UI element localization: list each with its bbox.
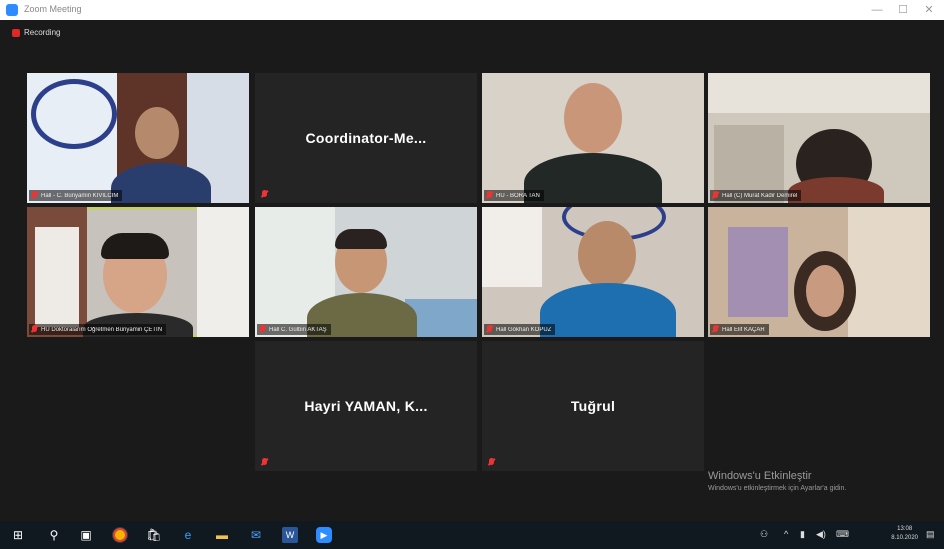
edge-icon[interactable]: e bbox=[180, 527, 196, 543]
people-icon[interactable]: ⚇ bbox=[760, 529, 768, 540]
video-background bbox=[35, 227, 79, 327]
mail-icon[interactable]: ✉ bbox=[248, 527, 264, 543]
muted-mic-icon bbox=[712, 325, 719, 334]
video-background bbox=[728, 227, 788, 317]
volume-icon[interactable]: ◀) bbox=[816, 529, 826, 540]
participant-body bbox=[788, 177, 884, 203]
zoom-app-icon bbox=[6, 4, 18, 16]
logo-emblem bbox=[31, 79, 117, 149]
muted-mic-icon bbox=[488, 458, 495, 467]
file-explorer-icon[interactable]: ▬ bbox=[214, 527, 230, 543]
participant-name: Hall Elif KAÇAR bbox=[722, 326, 765, 333]
muted-mic-icon bbox=[486, 325, 493, 334]
participant-tile[interactable]: Hall (C) Murat Kadir Demirel bbox=[708, 73, 930, 203]
search-icon[interactable]: ⚲ bbox=[46, 527, 62, 543]
participant-face bbox=[806, 265, 844, 317]
tray-chevron-icon[interactable]: ^ bbox=[784, 529, 788, 539]
windows-activation-watermark: Windows'u Etkinleştir Windows'u etkinleş… bbox=[708, 470, 846, 492]
name-tag: Hall - C. Bünyamin KIVILCIM bbox=[29, 190, 123, 201]
name-tag: HU - BORA TAN bbox=[484, 190, 544, 201]
maximize-button[interactable]: ☐ bbox=[892, 2, 914, 18]
video-background bbox=[708, 73, 930, 113]
video-background bbox=[482, 207, 542, 287]
participant-name: HU - BORA TAN bbox=[496, 192, 540, 199]
participant-tile-active-speaker[interactable]: HU Doktoralarım Öğretmen Bünyamin ÇETİN bbox=[27, 207, 249, 337]
muted-mic-icon bbox=[261, 190, 268, 199]
muted-mic-icon bbox=[712, 191, 719, 200]
record-icon bbox=[12, 28, 20, 37]
participant-body bbox=[540, 283, 676, 337]
muted-mic-icon bbox=[261, 458, 268, 467]
participant-tile[interactable]: HU - BORA TAN bbox=[482, 73, 704, 203]
video-background bbox=[848, 207, 930, 337]
notifications-icon[interactable]: ▤ bbox=[926, 529, 935, 540]
muted-mic-icon bbox=[259, 325, 266, 334]
watermark-line1: Windows'u Etkinleştir bbox=[708, 470, 812, 482]
participant-name: Hall Gökhan KOPUZ bbox=[496, 326, 552, 333]
task-view-icon[interactable]: ▣ bbox=[78, 527, 94, 543]
participant-face bbox=[135, 107, 179, 159]
chrome-icon[interactable] bbox=[112, 527, 128, 543]
participant-tile[interactable]: Hall Gökhan KOPUZ bbox=[482, 207, 704, 337]
zoom-icon[interactable]: ▶ bbox=[316, 527, 332, 543]
name-tag: HU Doktoralarım Öğretmen Bünyamin ÇETİN bbox=[29, 324, 167, 335]
video-background bbox=[197, 207, 249, 337]
participant-display-name: Hayri YAMAN, K... bbox=[304, 398, 428, 414]
network-icon[interactable]: ▮ bbox=[800, 529, 805, 540]
participant-display-name: Tuğrul bbox=[570, 398, 616, 414]
taskbar-clock[interactable]: 13:08 8.10.2020 bbox=[891, 525, 918, 543]
name-tag: Hall (C) Murat Kadir Demirel bbox=[710, 190, 802, 201]
participant-tile[interactable]: Hall - C. Bünyamin KIVILCIM bbox=[27, 73, 249, 203]
meeting-stage: Recording Hall - C. Bünyamin KIVILCIM Co… bbox=[0, 20, 944, 521]
participant-tile[interactable]: Hall Elif KAÇAR bbox=[708, 207, 930, 337]
participant-hair bbox=[101, 233, 169, 259]
muted-mic-icon bbox=[31, 325, 38, 334]
recording-indicator[interactable]: Recording bbox=[12, 28, 60, 37]
windows-taskbar: ⊞ ⚲ ▣ 🛍 e ▬ ✉ W ▶ ⚇ ^ ▮ ◀) ⌨ 13:08 8.10.… bbox=[0, 521, 944, 549]
clock-time: 13:08 bbox=[897, 526, 913, 532]
participant-name: Hall C. Gülbin AKTAŞ bbox=[269, 326, 327, 333]
word-icon[interactable]: W bbox=[282, 527, 298, 543]
name-tag: Hall Elif KAÇAR bbox=[710, 324, 769, 335]
watermark-line2: Windows'u etkinleştirmek için Ayarlar'a … bbox=[708, 485, 847, 492]
window-title: Zoom Meeting bbox=[24, 4, 82, 14]
windows-start-icon[interactable]: ⊞ bbox=[10, 527, 26, 543]
participant-tile[interactable]: Hayri YAMAN, K... bbox=[255, 341, 477, 471]
clock-date: 8.10.2020 bbox=[891, 535, 918, 541]
language-icon[interactable]: ⌨ bbox=[836, 529, 849, 540]
participant-tile[interactable]: Coordinator-Me... bbox=[255, 73, 477, 203]
participant-display-name: Coordinator-Me... bbox=[305, 130, 427, 146]
participant-face bbox=[564, 83, 622, 153]
muted-mic-icon bbox=[486, 191, 493, 200]
participant-name: Hall (C) Murat Kadir Demirel bbox=[722, 192, 798, 199]
participant-tile[interactable]: Tuğrul bbox=[482, 341, 704, 471]
name-tag: Hall C. Gülbin AKTAŞ bbox=[257, 324, 331, 335]
participant-body bbox=[524, 153, 662, 203]
participant-name: Hall - C. Bünyamin KIVILCIM bbox=[41, 192, 119, 199]
participant-tile[interactable]: Hall C. Gülbin AKTAŞ bbox=[255, 207, 477, 337]
participant-hair bbox=[335, 229, 387, 249]
recording-label: Recording bbox=[24, 28, 61, 37]
close-button[interactable]: ✕ bbox=[918, 2, 940, 18]
name-tag: Hall Gökhan KOPUZ bbox=[484, 324, 556, 335]
window-titlebar: Zoom Meeting — ☐ ✕ bbox=[0, 0, 944, 21]
muted-mic-icon bbox=[31, 191, 38, 200]
minimize-button[interactable]: — bbox=[866, 2, 888, 18]
store-icon[interactable]: 🛍 bbox=[146, 527, 162, 543]
participant-name: HU Doktoralarım Öğretmen Bünyamin ÇETİN bbox=[41, 326, 163, 333]
participant-face bbox=[578, 221, 636, 289]
